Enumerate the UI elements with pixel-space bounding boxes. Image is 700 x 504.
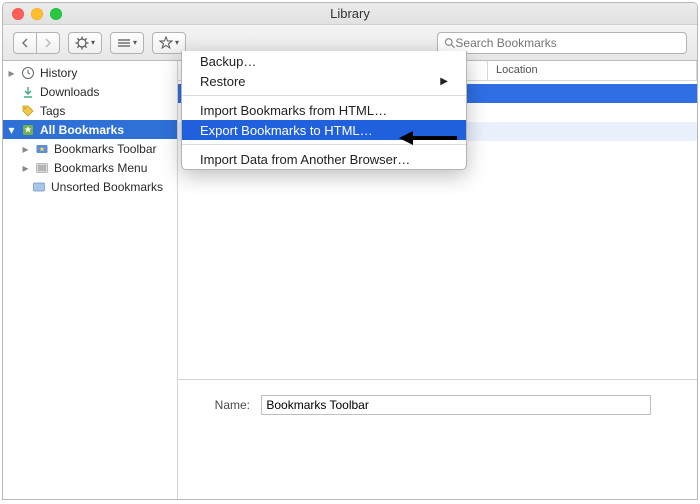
sidebar-item-all-bookmarks[interactable]: ▾ All Bookmarks [3,120,177,139]
sidebar-label: Downloads [40,85,99,99]
chevron-down-icon: ▾ [7,123,16,137]
views-button[interactable]: ▾ [110,32,144,54]
search-icon [444,37,455,49]
minimize-icon[interactable] [31,8,43,20]
library-window: Library ▾ ▾ ▾ [2,2,698,500]
sidebar-label: Tags [40,104,65,118]
sidebar-item-tags[interactable]: Tags [3,101,177,120]
gear-icon [75,36,89,50]
sidebar: ▸ History Downloads Tags ▾ All Bookmarks… [3,61,178,499]
menu-item-import-html[interactable]: Import Bookmarks from HTML… [182,100,466,120]
column-location[interactable]: Location [488,61,697,80]
details-pane: Name: [178,379,697,499]
download-icon [20,84,36,100]
sidebar-label: All Bookmarks [40,123,124,137]
organize-button[interactable]: ▾ [68,32,102,54]
chevron-right-icon: ▸ [21,142,30,156]
menu-item-backup[interactable]: Backup… [182,51,466,71]
close-icon[interactable] [12,8,24,20]
sidebar-label: Unsorted Bookmarks [51,180,163,194]
unsorted-folder-icon [31,179,47,195]
menu-item-export-html[interactable]: Export Bookmarks to HTML… [182,120,466,140]
sidebar-item-bookmarks-toolbar[interactable]: ▸ Bookmarks Toolbar [3,139,177,158]
sidebar-item-downloads[interactable]: Downloads [3,82,177,101]
sidebar-item-unsorted-bookmarks[interactable]: Unsorted Bookmarks [3,177,177,196]
traffic-lights [3,8,62,20]
menu-separator [182,95,466,96]
sidebar-item-history[interactable]: ▸ History [3,63,177,82]
window-title: Library [3,6,697,21]
forward-button[interactable] [36,32,60,54]
chevron-right-icon: ▸ [7,66,16,80]
bookmarks-icon [20,122,36,138]
sidebar-label: Bookmarks Menu [54,161,147,175]
menu-folder-icon [34,160,50,176]
sidebar-item-bookmarks-menu[interactable]: ▸ Bookmarks Menu [3,158,177,177]
search-input[interactable] [455,36,680,50]
chevron-right-icon: ▸ [21,161,30,175]
sidebar-label: History [40,66,77,80]
menu-separator [182,144,466,145]
menu-item-restore[interactable]: Restore ▶ [182,71,466,91]
star-icon [159,36,173,50]
titlebar: Library [3,3,697,25]
sidebar-label: Bookmarks Toolbar [54,142,157,156]
list-icon [117,38,131,48]
chevron-right-icon: ▶ [440,76,448,87]
menu-item-import-browser[interactable]: Import Data from Another Browser… [182,149,466,169]
search-field[interactable] [437,32,687,54]
toolbar-folder-icon [34,141,50,157]
nav-segment [13,32,60,54]
zoom-icon[interactable] [50,8,62,20]
clock-icon [20,65,36,81]
details-name-input[interactable] [261,395,651,415]
tag-icon [20,103,36,119]
import-export-menu: Backup… Restore ▶ Import Bookmarks from … [181,51,467,170]
details-name-label: Name: [200,398,250,412]
back-button[interactable] [13,32,36,54]
